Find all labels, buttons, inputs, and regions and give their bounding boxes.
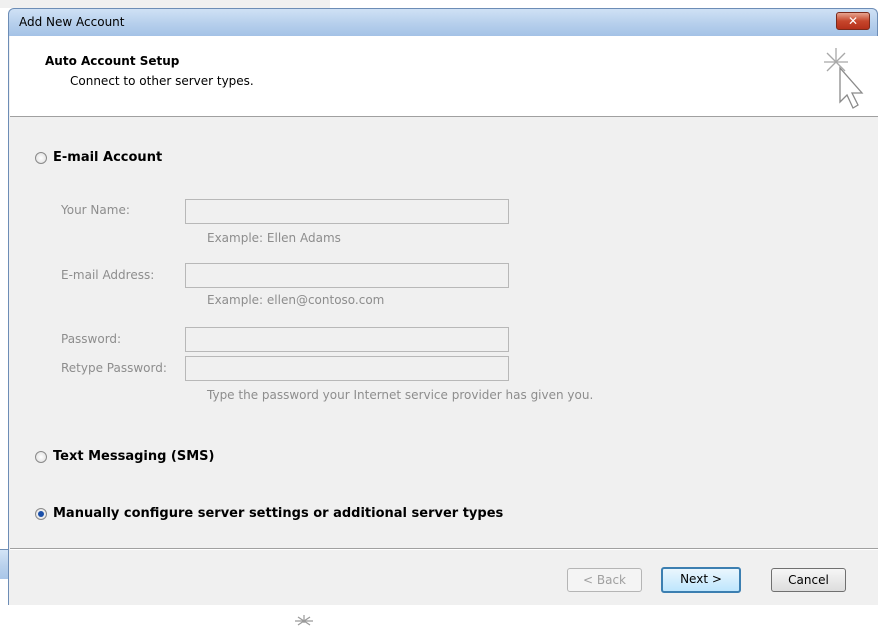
manual-config-option[interactable]: Manually configure server settings or ad… [35, 506, 503, 521]
page-title: Auto Account Setup [45, 54, 180, 68]
next-button[interactable]: Next > [661, 567, 741, 593]
email-address-field[interactable] [185, 263, 509, 288]
email-address-label: E-mail Address: [61, 268, 155, 282]
text-messaging-option[interactable]: Text Messaging (SMS) [35, 449, 214, 464]
your-name-label: Your Name: [61, 203, 130, 217]
password-hint: Type the password your Internet service … [207, 388, 594, 402]
window-title: Add New Account [19, 15, 125, 29]
close-button[interactable]: ✕ [836, 12, 870, 30]
email-address-hint: Example: ellen@contoso.com [207, 293, 385, 307]
text-messaging-label: Text Messaging (SMS) [53, 449, 215, 464]
cursor-sparkle-icon [295, 615, 313, 626]
manual-config-label: Manually configure server settings or ad… [53, 506, 504, 521]
your-name-hint: Example: Ellen Adams [207, 231, 341, 245]
page-subtitle: Connect to other server types. [70, 74, 254, 88]
email-account-radio[interactable] [35, 151, 47, 164]
retype-password-field[interactable] [185, 356, 509, 381]
background-strip [0, 0, 330, 8]
dialog-body: Auto Account Setup Connect to other serv… [8, 36, 878, 605]
password-label: Password: [61, 332, 122, 346]
password-field[interactable] [185, 327, 509, 352]
retype-password-label: Retype Password: [61, 361, 167, 375]
add-account-dialog: Add New Account ✕ Auto Account Setup Con… [0, 0, 878, 605]
titlebar[interactable]: Add New Account ✕ [8, 8, 878, 36]
footer-divider [10, 548, 878, 550]
back-button[interactable]: < Back [567, 568, 642, 592]
cursor-sparkle-icon [824, 48, 864, 109]
manual-config-radio[interactable] [35, 507, 47, 520]
email-account-label: E-mail Account [53, 150, 163, 165]
email-account-option[interactable]: E-mail Account [35, 150, 162, 165]
header-panel: Auto Account Setup Connect to other serv… [10, 36, 878, 117]
cancel-button[interactable]: Cancel [771, 568, 846, 592]
text-messaging-radio[interactable] [35, 450, 47, 463]
your-name-field[interactable] [185, 199, 509, 224]
